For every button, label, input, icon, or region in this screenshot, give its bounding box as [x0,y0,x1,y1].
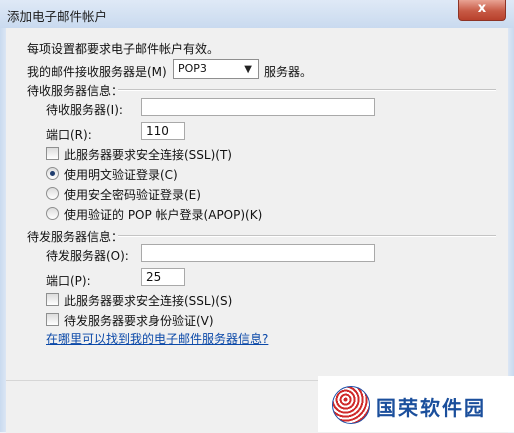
incoming-type-label: 我的邮件接收服务器是(M) [27,65,167,79]
intro-text: 每项设置都要求电子邮件帐户有效。 [27,42,220,56]
outgoing-ssl-label[interactable]: 此服务器要求安全连接(SSL)(S) [64,292,232,309]
outgoing-server-label: 待发服务器(O): [46,249,129,263]
window-title: 添加电子邮件帐户 [7,9,108,24]
outgoing-port-input[interactable]: 25 [141,268,185,286]
window-border-right [508,28,514,432]
outgoing-port-label: 端口(P): [46,274,91,288]
auth-spa-label[interactable]: 使用安全密码验证登录(E) [64,186,201,203]
watermark: 国荣软件园 [318,376,514,432]
incoming-type-select[interactable]: POP3 ▼ [173,59,259,79]
title-bar: 添加电子邮件帐户 x [0,0,514,29]
incoming-type-value: POP3 [178,62,207,75]
incoming-server-label: 待收服务器(I): [46,103,123,117]
incoming-server-input[interactable] [141,98,375,116]
globe-logo-icon [332,386,370,424]
outgoing-auth-label[interactable]: 待发服务器要求身份验证(V) [64,312,214,329]
outgoing-auth-checkbox[interactable] [46,313,59,326]
chevron-down-icon: ▼ [244,64,252,75]
outgoing-section-divider [118,235,496,237]
outgoing-server-input[interactable] [141,244,375,262]
incoming-port-input[interactable]: 110 [141,122,185,140]
close-button[interactable]: x [458,0,506,21]
incoming-section-heading: 待收服务器信息： [27,84,124,98]
incoming-ssl-checkbox[interactable] [46,147,59,160]
close-icon: x [477,1,487,16]
dialog-content: 每项设置都要求电子邮件帐户有效。 我的邮件接收服务器是(M) POP3 ▼ 服务… [6,28,508,433]
incoming-ssl-label[interactable]: 此服务器要求安全连接(SSL)(T) [64,146,232,163]
watermark-text: 国荣软件园 [376,396,486,420]
auth-plaintext-label[interactable]: 使用明文验证登录(C) [64,166,178,183]
incoming-type-suffix: 服务器。 [264,65,313,79]
outgoing-ssl-checkbox[interactable] [46,293,59,306]
auth-plaintext-radio[interactable] [46,167,59,180]
help-link[interactable]: 在哪里可以找到我的电子邮件服务器信息? [46,330,268,347]
auth-apop-radio[interactable] [46,207,59,220]
auth-apop-label[interactable]: 使用验证的 POP 帐户登录(APOP)(K) [64,206,262,223]
incoming-port-label: 端口(R): [46,128,92,142]
outgoing-section-heading: 待发服务器信息： [27,230,124,244]
incoming-section-divider [118,89,496,91]
auth-spa-radio[interactable] [46,187,59,200]
